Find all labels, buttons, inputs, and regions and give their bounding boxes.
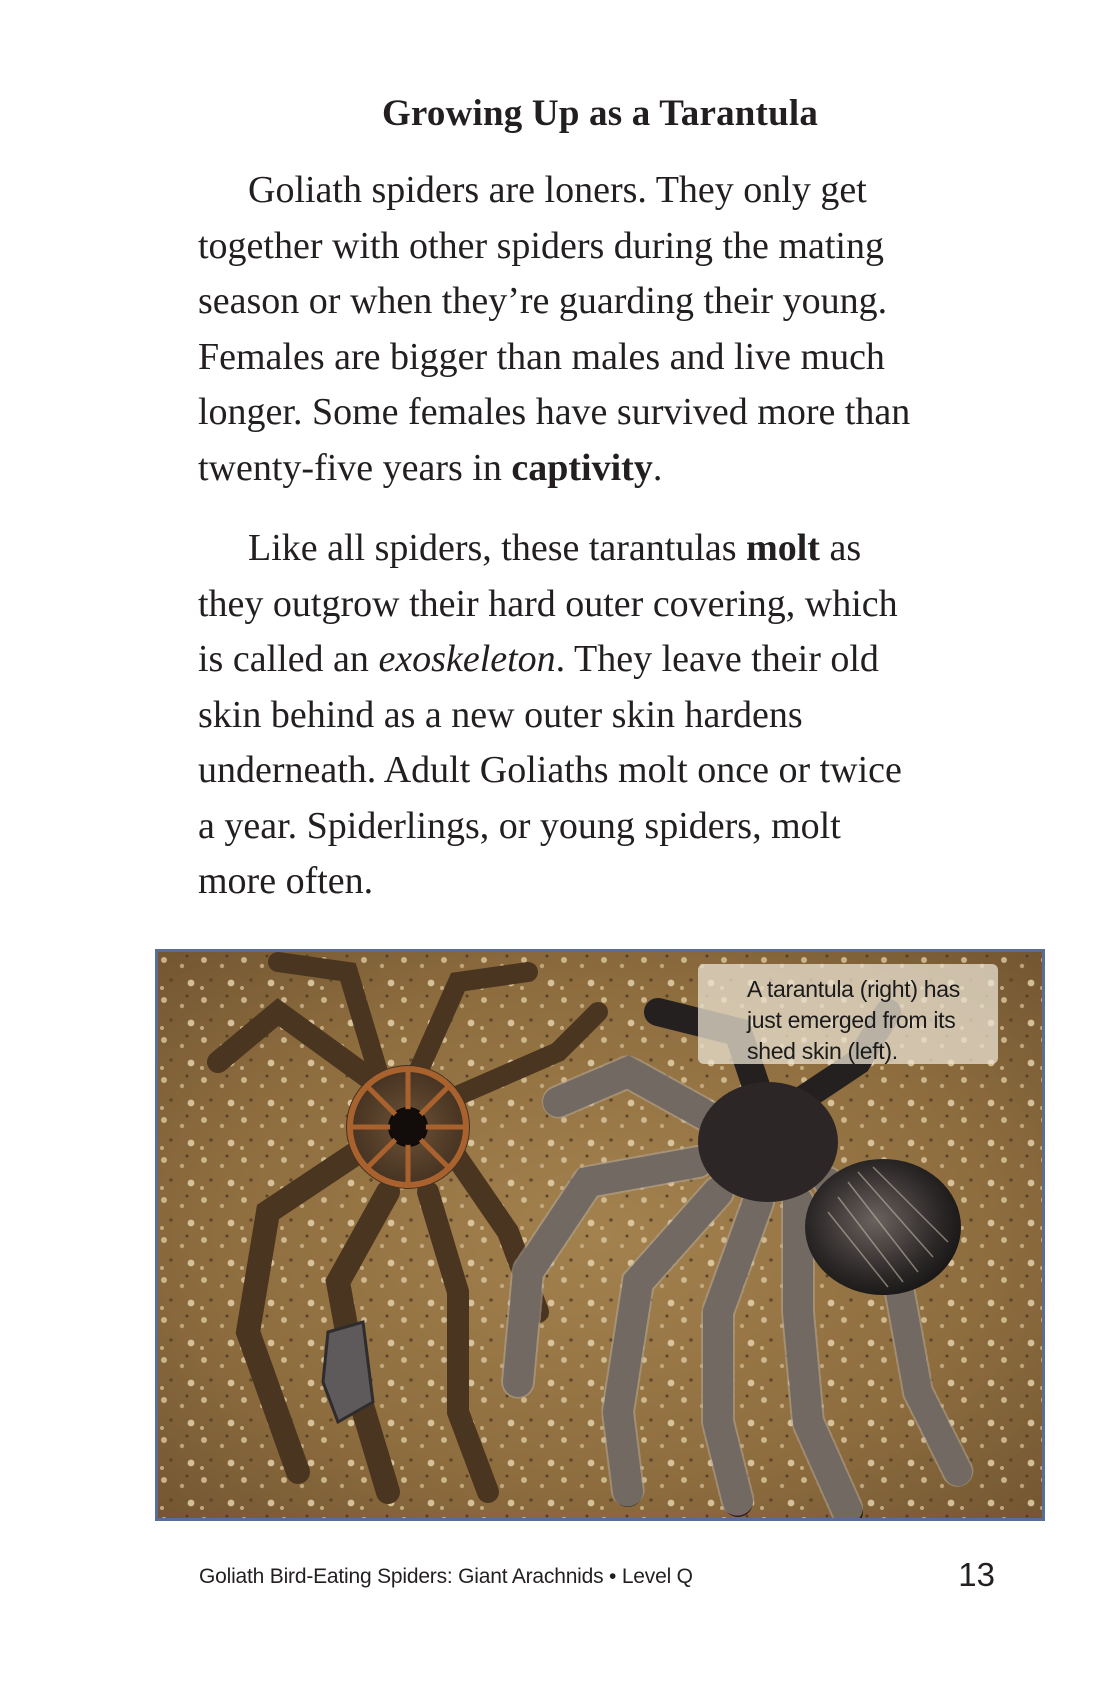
- text-line: a year. Spiderlings, or young spiders, m…: [198, 804, 841, 847]
- text-line: twenty-five years in captivity.: [198, 446, 663, 489]
- text-line: Like all spiders, these tarantulas molt …: [248, 527, 862, 569]
- text-line: together with other spiders during the m…: [198, 224, 884, 267]
- text-line: they outgrow their hard outer covering, …: [198, 582, 898, 625]
- term-exoskeleton: exoskeleton: [378, 638, 556, 680]
- text-line: is called an exoskeleton. They leave the…: [198, 638, 879, 680]
- book-page: Growing Up as a Tarantula Goliath spider…: [0, 0, 1100, 1700]
- text-line: Goliath spiders are loners. They only ge…: [248, 169, 867, 211]
- tarantula-cephalothorax: [698, 1082, 838, 1202]
- page-heading: Growing Up as a Tarantula: [0, 92, 1100, 136]
- heading-text: Growing Up as a Tarantula: [381, 93, 819, 134]
- paragraph-molting: Like all spiders, these tarantulas molt …: [198, 521, 998, 910]
- vocab-term-captivity: captivity: [511, 446, 653, 489]
- text-line: skin behind as a new outer skin hardens: [198, 693, 803, 736]
- footer-book-title: Goliath Bird-Eating Spiders: Giant Arach…: [199, 1565, 693, 1588]
- shed-skin-carapace: [346, 1065, 470, 1189]
- photo-caption: A tarantula (right) has just emerged fro…: [747, 976, 960, 1064]
- paragraph-loners: Goliath spiders are loners. They only ge…: [198, 163, 998, 496]
- text-line: season or when they’re guarding their yo…: [198, 280, 888, 322]
- text-line: more often.: [198, 860, 374, 902]
- vocab-term-molt: molt: [746, 527, 820, 569]
- text-line: underneath. Adult Goliaths molt once or …: [198, 749, 902, 791]
- text-line: longer. Some females have survived more …: [198, 391, 911, 433]
- text-line: Females are bigger than males and live m…: [198, 335, 885, 378]
- tarantula-photo: A tarantula (right) has just emerged fro…: [155, 949, 1045, 1521]
- page-number: 13: [958, 1556, 995, 1593]
